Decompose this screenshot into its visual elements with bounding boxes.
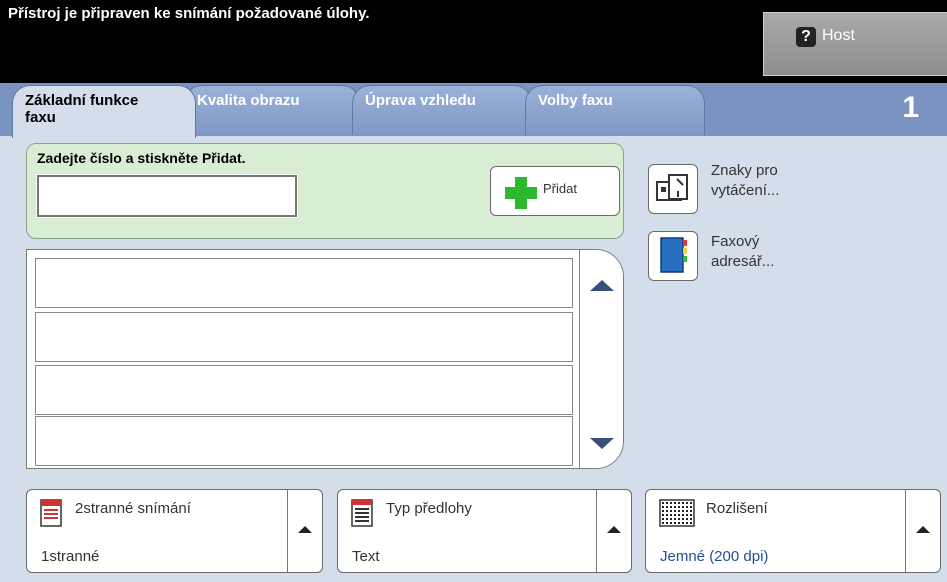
- tab-label: Kvalita obrazu: [197, 92, 300, 109]
- option-arrow[interactable]: [287, 490, 322, 572]
- host-label: Host: [822, 27, 855, 44]
- document-type-option[interactable]: Typ předlohy Text: [337, 489, 632, 573]
- document-type-icon: [351, 499, 373, 527]
- resolution-icon: [659, 499, 695, 527]
- tab-bar: Základní funkce faxu Kvalita obrazu Úpra…: [0, 83, 947, 138]
- entry-label: Zadejte číslo a stiskněte Přidat.: [37, 150, 246, 166]
- list-item[interactable]: [35, 365, 573, 415]
- dial-characters-button[interactable]: [648, 164, 698, 214]
- resolution-option[interactable]: Rozlišení Jemné (200 dpi): [645, 489, 941, 573]
- two-sided-scanning-option[interactable]: 2stranné snímání 1stranné: [26, 489, 323, 573]
- arrow-up-icon: [298, 526, 312, 533]
- option-value: 1stranné: [41, 548, 100, 565]
- two-sided-icon: [40, 499, 62, 527]
- help-icon: ?: [796, 27, 816, 47]
- arrow-up-icon: [607, 526, 621, 533]
- list-item[interactable]: [35, 258, 573, 308]
- fax-number-input[interactable]: [36, 174, 298, 218]
- scroll-up-icon[interactable]: [590, 280, 614, 291]
- dial-characters-label: Znaky pro vytáčení...: [711, 161, 779, 201]
- tab-fax-options[interactable]: Volby faxu: [525, 85, 705, 135]
- status-bar: Přístroj je připraven ke snímání požadov…: [0, 0, 947, 83]
- status-message: Přístroj je připraven ke snímání požadov…: [8, 5, 370, 22]
- option-arrow[interactable]: [905, 490, 940, 572]
- host-button[interactable]: ? Host: [763, 12, 947, 76]
- tab-label-2: faxu: [25, 109, 56, 126]
- address-book-icon: [660, 237, 687, 273]
- page-number: 1: [902, 91, 919, 124]
- plus-icon: [505, 177, 537, 209]
- tab-basic-fax[interactable]: Základní funkce faxu: [12, 85, 196, 138]
- option-title: Typ předlohy: [386, 500, 472, 517]
- list-item[interactable]: [35, 416, 573, 466]
- list-item[interactable]: [35, 312, 573, 362]
- dial-characters-icon: [656, 174, 688, 201]
- tab-image-quality[interactable]: Kvalita obrazu: [184, 85, 360, 135]
- list-scrollbar[interactable]: [579, 250, 623, 468]
- tab-label: Volby faxu: [538, 92, 613, 109]
- option-title: 2stranné snímání: [75, 500, 191, 517]
- tab-layout-adjustment[interactable]: Úprava vzhledu: [352, 85, 532, 135]
- side-label-line: adresář...: [711, 253, 775, 270]
- arrow-up-icon: [916, 526, 930, 533]
- side-label-line: Faxový: [711, 233, 760, 250]
- option-value: Text: [352, 548, 380, 565]
- tab-label: Úprava vzhledu: [365, 92, 476, 109]
- side-label-line: vytáčení...: [711, 182, 780, 199]
- option-arrow[interactable]: [596, 490, 631, 572]
- add-button[interactable]: Přidat: [490, 166, 620, 216]
- add-label: Přidat: [543, 181, 577, 196]
- option-title: Rozlišení: [706, 500, 768, 517]
- fax-address-book-button[interactable]: [648, 231, 698, 281]
- side-label-line: Znaky pro: [711, 162, 778, 179]
- tab-label: Základní funkce: [25, 92, 139, 109]
- recipient-list[interactable]: [26, 249, 624, 469]
- number-entry-panel: Zadejte číslo a stiskněte Přidat. Přidat: [26, 143, 624, 239]
- scroll-down-icon[interactable]: [590, 438, 614, 449]
- fax-address-book-label: Faxový adresář...: [711, 232, 774, 272]
- option-value: Jemné (200 dpi): [660, 548, 769, 565]
